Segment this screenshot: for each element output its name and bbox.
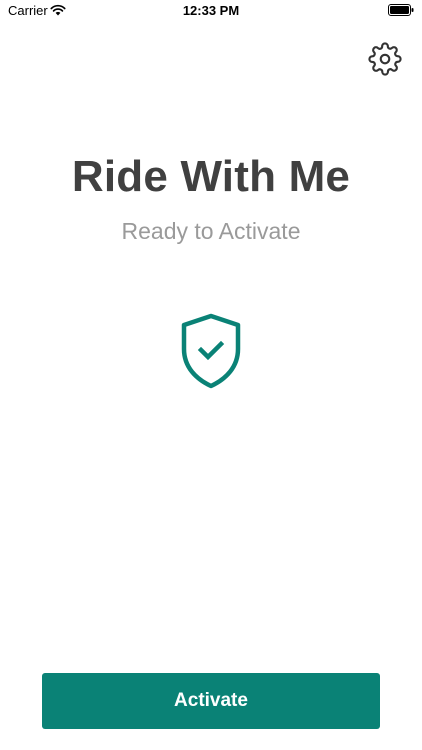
app-title: Ride With Me <box>71 152 351 201</box>
activate-button[interactable]: Activate <box>42 673 380 729</box>
settings-button[interactable] <box>366 40 404 78</box>
gear-icon <box>368 42 402 76</box>
shield-check-icon <box>181 313 241 389</box>
status-bar: Carrier 12:33 PM <box>0 0 422 22</box>
battery-icon <box>388 4 414 16</box>
status-time: 12:33 PM <box>182 3 240 18</box>
status-subtitle: Ready to Activate <box>121 218 301 244</box>
